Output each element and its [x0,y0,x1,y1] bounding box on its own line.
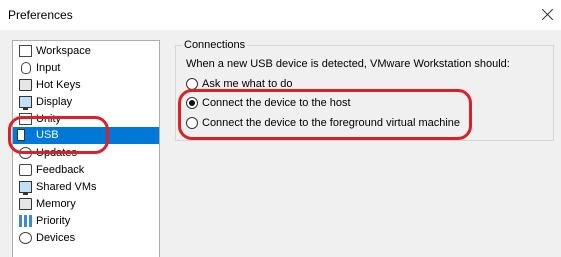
sidebar-item-devices[interactable]: Devices [17,230,159,247]
radio-label: Connect the device to the foreground vir… [202,117,461,129]
sidebar-item-input[interactable]: Input [17,60,159,77]
close-icon[interactable] [537,4,559,24]
sidebar-item-label: Feedback [36,164,85,176]
radio-button[interactable] [186,117,198,129]
sidebar-item-label: Hot Keys [36,79,81,91]
preferences-sidebar: Workspace Input Hot Keys Display Unity U… [12,40,160,257]
workspace-icon [19,45,32,57]
sidebar-item-feedback[interactable]: Feedback [17,162,159,179]
devices-icon [19,232,32,244]
unity-icon [19,113,32,125]
sidebar-item-label: Display [36,96,73,108]
sidebar-item-memory[interactable]: Memory [17,196,159,213]
radio-button[interactable] [186,78,198,90]
title-bar: Preferences [0,0,561,30]
sidebar-item-label: Input [36,62,61,74]
sidebar-item-label: USB [36,129,59,141]
sidebar-item-updates[interactable]: Updates [17,145,159,162]
sidebar-item-hot-keys[interactable]: Hot Keys [17,77,159,94]
sidebar-item-unity[interactable]: Unity [17,111,159,128]
radio-label: Ask me what to do [202,78,293,90]
sidebar-item-label: Unity [36,113,62,125]
updates-icon [19,147,32,159]
usb-icon [17,129,25,141]
sidebar-item-workspace[interactable]: Workspace [17,43,159,60]
keyboard-icon [19,79,32,91]
feedback-icon [19,164,32,176]
radio-button-selected[interactable] [186,97,198,109]
sidebar-item-label: Workspace [36,45,91,57]
radio-label: Connect the device to the host [202,97,351,109]
sidebar-item-shared-vms[interactable]: Shared VMs [17,179,159,196]
sidebar-item-usb[interactable]: USB [13,127,159,144]
priority-icon [19,215,32,227]
sidebar-item-label: Priority [36,215,71,227]
sidebar-item-label: Memory [36,198,76,210]
usb-detection-prompt: When a new USB device is detected, VMwar… [186,58,510,70]
connections-group-label: Connections [182,39,248,51]
sidebar-item-priority[interactable]: Priority [17,213,159,230]
shared-vms-icon [19,181,32,195]
sidebar-item-label: Shared VMs [36,181,97,193]
sidebar-item-display[interactable]: Display [17,94,159,111]
mouse-icon [21,62,31,74]
sidebar-item-label: Devices [36,232,76,244]
memory-icon [19,198,32,210]
window-title: Preferences [8,8,73,22]
sidebar-item-label: Updates [36,147,77,159]
monitor-icon [19,96,32,110]
